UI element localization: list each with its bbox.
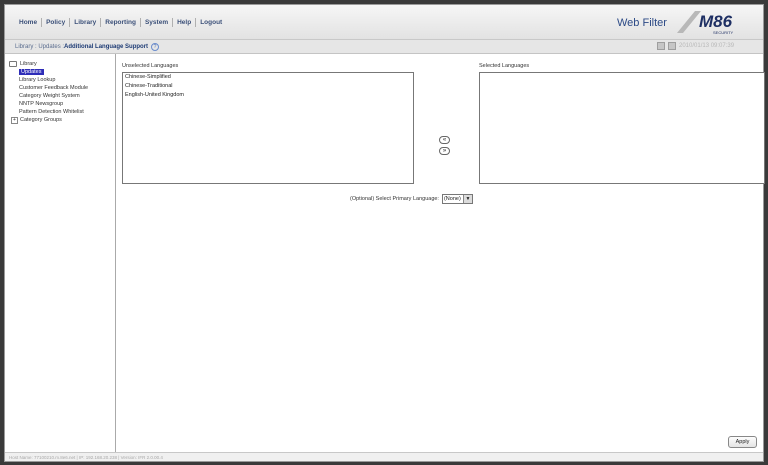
m86-security-logo: M86 SECURITY [677, 11, 734, 35]
tree-item-updates[interactable]: Updates [9, 68, 88, 76]
main-menu: Home Policy Library Reporting System Hel… [15, 18, 226, 27]
unselected-languages-list[interactable]: Chinese-Simplified Chinese-Traditional E… [122, 72, 414, 184]
menu-help[interactable]: Help [173, 19, 195, 26]
menu-library[interactable]: Library [70, 19, 100, 26]
chevron-down-icon[interactable]: ▼ [462, 195, 472, 203]
primary-language-select[interactable]: (None) ▼ [441, 194, 473, 204]
tree-item-label: Updates [19, 69, 44, 75]
list-item[interactable]: Chinese-Traditional [123, 82, 413, 91]
save-icon[interactable] [668, 42, 676, 50]
tree-item-library-lookup[interactable]: Library Lookup [9, 76, 88, 84]
move-right-button[interactable]: » [439, 147, 450, 155]
menu-reporting[interactable]: Reporting [101, 19, 140, 26]
tree-item-customer-feedback[interactable]: Customer Feedback Module [9, 84, 88, 92]
selected-languages-list[interactable] [479, 72, 765, 184]
apply-button[interactable]: Apply [728, 436, 757, 448]
tree-item-label: Category Weight System [19, 93, 80, 99]
tree-item-category-weight[interactable]: Category Weight System [9, 92, 88, 100]
product-name: Web Filter [617, 17, 667, 29]
app-window: Home Policy Library Reporting System Hel… [4, 4, 765, 462]
move-left-button[interactable]: « [439, 136, 450, 144]
toolbar-icons [657, 42, 676, 50]
logo-subtext: SECURITY [713, 30, 734, 35]
library-tree: Library Updates Library Lookup Customer … [9, 60, 88, 124]
list-item[interactable]: English-United Kingdom [123, 91, 413, 100]
timestamp: 2010/01/13 09:07:39 [679, 43, 735, 49]
menu-system[interactable]: System [141, 19, 172, 26]
tree-item-category-groups[interactable]: + Category Groups [9, 116, 88, 124]
tree-root-label: Library [20, 61, 37, 67]
sidebar: Library Updates Library Lookup Customer … [5, 54, 116, 452]
tree-item-label: NNTP Newsgroup [19, 101, 64, 107]
main-content: Unselected Languages Chinese-Simplified … [116, 54, 765, 452]
tree-item-label: Customer Feedback Module [19, 85, 89, 91]
breadcrumb-current: Additional Language Support [64, 44, 149, 50]
breadcrumb: Library : Updates : Additional Language … [15, 43, 160, 51]
list-item[interactable]: Chinese-Simplified [123, 73, 413, 82]
menu-bar: Home Policy Library Reporting System Hel… [5, 5, 763, 40]
breadcrumb-path: Library : Updates : [15, 44, 65, 50]
logo-text: M86 [699, 12, 733, 31]
menu-home[interactable]: Home [15, 19, 41, 26]
breadcrumb-bar: Library : Updates : Additional Language … [5, 40, 763, 54]
primary-language-label: (Optional) Select Primary Language: [350, 196, 439, 202]
menu-logout[interactable]: Logout [196, 19, 226, 26]
tree-item-pattern-detection[interactable]: Pattern Detection Whitelist [9, 108, 88, 116]
print-icon[interactable] [657, 42, 665, 50]
unselected-languages-label: Unselected Languages [122, 63, 179, 69]
tree-item-label: Library Lookup [19, 77, 56, 83]
tree-item-label: Pattern Detection Whitelist [19, 109, 84, 115]
selected-languages-label: Selected Languages [479, 63, 530, 69]
tree-root-library[interactable]: Library [9, 60, 88, 68]
primary-language-value: (None) [443, 196, 461, 202]
status-bar: Host Name: 77100210.m.8e6.net | IP: 192.… [5, 452, 763, 461]
primary-language-row: (Optional) Select Primary Language: (Non… [350, 194, 473, 204]
menu-policy[interactable]: Policy [42, 19, 69, 26]
folder-icon [9, 61, 17, 67]
tree-item-nntp-newsgroup[interactable]: NNTP Newsgroup [9, 100, 88, 108]
expand-plus-icon[interactable]: + [11, 117, 18, 124]
help-icon[interactable]: ? [151, 43, 160, 51]
tree-item-label: Category Groups [20, 117, 62, 123]
